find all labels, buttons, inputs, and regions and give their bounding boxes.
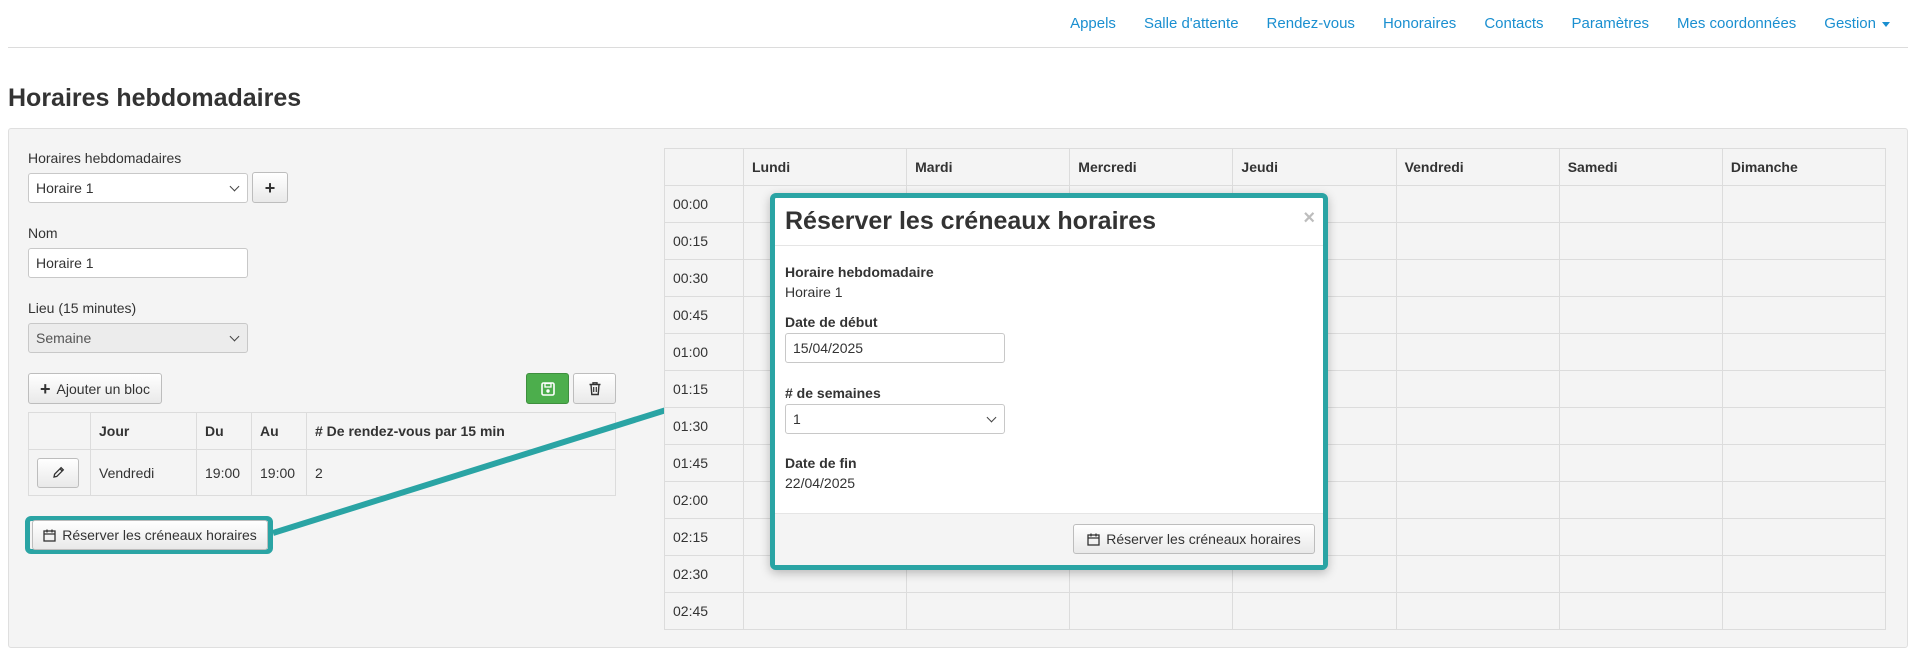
calendar-day-header: Mardi	[906, 148, 1071, 186]
calendar-day-header: Mercredi	[1069, 148, 1234, 186]
calendar-icon	[1087, 533, 1100, 546]
calendar-time-label: 01:15	[664, 370, 744, 408]
calendar-slot[interactable]	[1395, 407, 1560, 445]
calendar-slot[interactable]	[1721, 370, 1887, 408]
calendar-slot[interactable]	[1721, 259, 1887, 297]
calendar-slot[interactable]	[1721, 592, 1887, 630]
modal-start-label: Date de début	[785, 314, 878, 330]
modal-header: Réserver les créneaux horaires ×	[775, 198, 1323, 246]
calendar-slot[interactable]	[1395, 555, 1560, 593]
calendar-slot[interactable]	[1721, 333, 1887, 371]
calendar-time-label: 01:00	[664, 333, 744, 371]
calendar-slot[interactable]	[1558, 555, 1723, 593]
calendar-time-label: 02:00	[664, 481, 744, 519]
modal-weeks-label: # de semaines	[785, 385, 881, 401]
calendar-time-label: 01:30	[664, 407, 744, 445]
calendar-slot[interactable]	[1395, 259, 1560, 297]
calendar-slot[interactable]	[1721, 555, 1887, 593]
calendar-slot[interactable]	[1721, 222, 1887, 260]
calendar-header-row: Lundi Mardi Mercredi Jeudi Vendredi Samedi Dim…	[664, 148, 1887, 186]
calendar-slot[interactable]	[1395, 222, 1560, 260]
start-date-input[interactable]: 15/04/2025	[785, 333, 1005, 363]
calendar-slot[interactable]	[1232, 592, 1397, 630]
calendar-time-label: 02:30	[664, 555, 744, 593]
calendar-slot[interactable]	[1558, 370, 1723, 408]
calendar-slot[interactable]	[1558, 333, 1723, 371]
calendar-slot[interactable]	[1395, 481, 1560, 519]
calendar-slot[interactable]	[1721, 518, 1887, 556]
weeks-select-value: 1	[793, 411, 801, 427]
modal-end-label: Date de fin	[785, 455, 857, 471]
modal-schedule-label: Horaire hebdomadaire	[785, 264, 934, 280]
calendar-row: 02:45	[664, 592, 1887, 630]
calendar-slot[interactable]	[1395, 185, 1560, 223]
calendar-slot[interactable]	[1558, 296, 1723, 334]
calendar-time-label: 00:00	[664, 185, 744, 223]
calendar-slot[interactable]	[1558, 592, 1723, 630]
modal-footer: Réserver les créneaux horaires	[775, 513, 1323, 565]
calendar-slot[interactable]	[1558, 259, 1723, 297]
calendar-time-label: 01:45	[664, 444, 744, 482]
calendar-slot[interactable]	[1558, 222, 1723, 260]
calendar-time-label: 00:45	[664, 296, 744, 334]
calendar-time-label: 02:45	[664, 592, 744, 630]
close-icon[interactable]: ×	[1303, 208, 1315, 228]
calendar-day-header: Vendredi	[1395, 148, 1560, 186]
calendar-day-header: Dimanche	[1721, 148, 1887, 186]
start-date-value: 15/04/2025	[793, 340, 864, 356]
calendar-slot[interactable]	[1395, 592, 1560, 630]
calendar-slot[interactable]	[1721, 407, 1887, 445]
calendar-corner	[664, 148, 744, 186]
modal-schedule-value: Horaire 1	[785, 284, 843, 300]
reserve-slots-modal: Réserver les créneaux horaires × Horaire…	[770, 193, 1328, 570]
calendar-slot[interactable]	[1395, 370, 1560, 408]
calendar-day-header: Lundi	[742, 148, 908, 186]
calendar-slot[interactable]	[1395, 296, 1560, 334]
calendar-slot[interactable]	[1558, 444, 1723, 482]
calendar-day-header: Jeudi	[1232, 148, 1397, 186]
calendar-slot[interactable]	[742, 592, 908, 630]
calendar-slot[interactable]	[1558, 518, 1723, 556]
calendar-slot[interactable]	[1721, 185, 1887, 223]
calendar-time-label: 02:15	[664, 518, 744, 556]
calendar-slot[interactable]	[1395, 444, 1560, 482]
calendar-slot[interactable]	[1558, 481, 1723, 519]
calendar-day-header: Samedi	[1558, 148, 1723, 186]
calendar-slot[interactable]	[1069, 592, 1234, 630]
calendar-slot[interactable]	[1395, 333, 1560, 371]
calendar-slot[interactable]	[906, 592, 1071, 630]
modal-end-value: 22/04/2025	[785, 475, 856, 491]
calendar-slot[interactable]	[1721, 444, 1887, 482]
calendar-slot[interactable]	[1721, 296, 1887, 334]
modal-title: Réserver les créneaux horaires	[785, 207, 1157, 235]
calendar-slot[interactable]	[1558, 185, 1723, 223]
calendar-slot[interactable]	[1721, 481, 1887, 519]
calendar-time-label: 00:15	[664, 222, 744, 260]
calendar-time-label: 00:30	[664, 259, 744, 297]
calendar-slot[interactable]	[1558, 407, 1723, 445]
weeks-select[interactable]: 1	[785, 404, 1005, 434]
modal-reserve-slots-button[interactable]: Réserver les créneaux horaires	[1073, 524, 1315, 554]
chevron-down-icon	[986, 412, 997, 423]
calendar-slot[interactable]	[1395, 518, 1560, 556]
modal-reserve-slots-label: Réserver les créneaux horaires	[1106, 531, 1301, 547]
